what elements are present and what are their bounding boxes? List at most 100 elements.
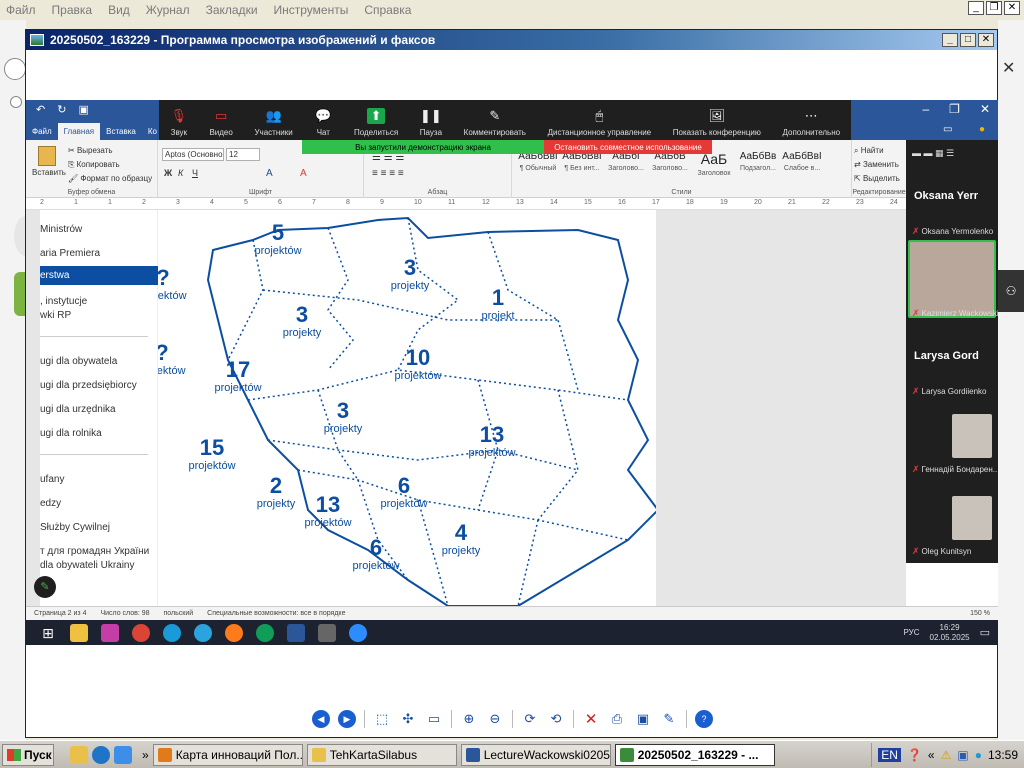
menu-history[interactable]: Журнал — [146, 3, 190, 17]
tab-insert[interactable]: Вставка — [100, 127, 142, 140]
menu-file[interactable]: Файл — [6, 3, 36, 17]
zoom-participants-button[interactable]: 👥 Участники — [254, 108, 292, 137]
zoom-video-off-button[interactable]: ▭ Видео — [209, 108, 232, 137]
bold-button[interactable]: Ж — [164, 168, 172, 178]
edge-icon[interactable] — [163, 623, 181, 642]
rotate-counterclockwise-icon[interactable]: ⟲ — [547, 710, 565, 728]
sidebar-item[interactable]: ugi dla rolnika — [40, 428, 102, 439]
taskbar-task[interactable]: LectureWackowski0205... — [460, 743, 611, 766]
tab-file[interactable]: Файл — [26, 127, 58, 140]
chrome-icon[interactable] — [132, 623, 150, 642]
style-option[interactable]: АаБбВв Подзагол... — [736, 151, 780, 172]
back-icon[interactable] — [4, 58, 26, 80]
help-icon[interactable]: ? — [695, 710, 713, 728]
zoom-chat-button[interactable]: 💬 Чат — [314, 108, 332, 137]
replace-button[interactable]: ⇄ Заменить — [854, 160, 899, 169]
redo-icon[interactable]: ↻ — [57, 103, 66, 116]
sidebar-item[interactable]: edzy — [40, 498, 61, 509]
windows-start-icon[interactable]: ⊞ — [39, 624, 57, 642]
sidebar-item[interactable]: erstwa — [40, 266, 158, 285]
firefox-icon[interactable] — [225, 623, 243, 642]
underline-button[interactable]: Ч — [192, 168, 198, 178]
taskbar-task[interactable]: Карта инноваций Пол... — [152, 743, 303, 766]
viewer-minimize-button[interactable]: _ — [942, 33, 958, 47]
actual-size-icon[interactable]: ✣ — [399, 710, 417, 728]
sidebar-item[interactable]: ugi dla przedsiębiorcy — [40, 380, 137, 391]
sidebar-item[interactable]: Służby Cywilnej — [40, 522, 110, 533]
style-option[interactable]: АаБ Заголовок — [692, 151, 736, 177]
zoom-annotate-button[interactable]: ✎ Комментировать — [464, 108, 526, 137]
zoom-more-button[interactable]: ⋯ Дополнительно — [783, 108, 841, 137]
style-option[interactable]: АаБбВвІ ¶ Обычный — [516, 151, 560, 172]
app-icon[interactable] — [101, 623, 119, 642]
host-restore-button[interactable]: ❐ — [986, 1, 1002, 15]
zoom-share-button[interactable]: ⬆ Поделиться — [354, 108, 398, 137]
taskbar-task[interactable]: 20250502_163229 - ... — [614, 743, 775, 766]
lang-indicator[interactable]: EN — [878, 748, 901, 762]
sidebar-item[interactable]: Ministrów — [40, 224, 82, 235]
rotate-clockwise-icon[interactable]: ⟳ — [521, 710, 539, 728]
app-icon[interactable] — [114, 745, 132, 764]
best-fit-icon[interactable]: ⬚ — [373, 710, 391, 728]
slideshow-icon[interactable]: ▭ — [425, 710, 443, 728]
telegram-icon[interactable] — [194, 623, 212, 642]
menu-view[interactable]: Вид — [108, 3, 130, 17]
taskbar-task[interactable]: TehKartaSilabus — [306, 743, 457, 766]
skype-icon[interactable]: ● — [975, 748, 982, 762]
viewer-maximize-button[interactable]: □ — [960, 33, 976, 47]
stop-share-button[interactable]: Остановить совместное использование — [544, 140, 712, 154]
tray-expand-icon[interactable]: « — [928, 748, 935, 762]
word-restore-icon[interactable]: ❐ — [949, 102, 960, 116]
ie-icon[interactable] — [92, 745, 110, 764]
save-icon[interactable]: ▣ — [634, 710, 652, 728]
find-button[interactable]: ⌕ Найти — [854, 146, 884, 156]
menu-edit[interactable]: Правка — [52, 3, 93, 17]
zoom-show-meeting-button[interactable]: 🖼 Показать конференцию — [673, 108, 761, 137]
copy-button[interactable]: ⎘ Копировать — [68, 160, 120, 170]
calculator-icon[interactable] — [318, 623, 336, 642]
italic-button[interactable]: К — [178, 168, 183, 178]
print-icon[interactable]: ⎙ — [608, 710, 626, 728]
network-icon[interactable]: ▣ — [957, 748, 968, 762]
font-name-select[interactable]: Aptos (Основно — [162, 148, 224, 161]
comments-icon[interactable]: ▭ — [943, 124, 952, 135]
save-icon[interactable]: ▣ — [78, 103, 88, 116]
sidebar-item[interactable]: aria Premiera — [40, 248, 100, 259]
sidebar-item[interactable]: ufany — [40, 474, 64, 485]
format-painter-button[interactable]: 🖌 Формат по образцу — [68, 174, 152, 183]
paste-button[interactable]: Вставить — [32, 168, 66, 177]
overflow-chevron-icon[interactable]: » — [142, 748, 149, 762]
edit-icon[interactable]: ✎ — [660, 710, 678, 728]
style-option[interactable]: АаБбВ Заголово... — [648, 151, 692, 172]
warning-icon[interactable]: ⚠ — [941, 748, 952, 762]
zoom-level[interactable]: 150 % — [970, 610, 990, 617]
font-size-select[interactable]: 12 — [226, 148, 260, 161]
sidebar-item[interactable]: ugi dla obywatela — [40, 356, 117, 367]
host-minimize-button[interactable]: _ — [968, 1, 984, 15]
accessibility-status[interactable]: Специальные возможности: все в порядке — [207, 610, 345, 617]
copilot-icon[interactable]: ● — [979, 124, 985, 135]
style-option[interactable]: АаБбІ Заголово... — [604, 151, 648, 172]
menu-tools[interactable]: Инструменты — [274, 3, 349, 17]
undo-icon[interactable]: ↶ — [36, 103, 45, 116]
sidebar-item[interactable]: ugi dla urzędnika — [40, 404, 116, 415]
word-close-icon[interactable]: ✕ — [980, 102, 990, 116]
style-option[interactable]: АаБбВвІ ¶ Без инт... — [560, 151, 604, 172]
chrome-icon[interactable] — [256, 623, 274, 642]
zoom-remote-control-button[interactable]: 🖱 Дистанционное управление — [548, 108, 652, 137]
font-color-icon[interactable]: A — [300, 168, 307, 179]
panel-view-controls[interactable]: ▬ ▬ ▦ ☰ — [912, 148, 954, 159]
host-close-button[interactable]: ✕ — [1004, 1, 1020, 15]
sidebar-item[interactable]: т для громадян України — [40, 546, 149, 557]
word-icon[interactable] — [287, 623, 305, 642]
close-icon[interactable]: ✕ — [1002, 58, 1015, 78]
zoom-in-icon[interactable]: ⊕ — [460, 710, 478, 728]
previous-image-icon[interactable]: ◀ — [312, 710, 330, 728]
paste-icon[interactable] — [38, 146, 56, 166]
zoom-mic-muted-button[interactable]: 🎙 Звук — [170, 108, 188, 137]
zoom-pause-button[interactable]: ❚❚ Пауза — [420, 108, 442, 137]
text-effects-icon[interactable]: A — [266, 168, 273, 179]
notifications-icon[interactable]: ▭ — [980, 626, 990, 639]
align-left-icon[interactable]: ≡ ≡ ≡ ≡ — [372, 168, 404, 179]
help-icon[interactable]: ❓ — [907, 748, 922, 762]
